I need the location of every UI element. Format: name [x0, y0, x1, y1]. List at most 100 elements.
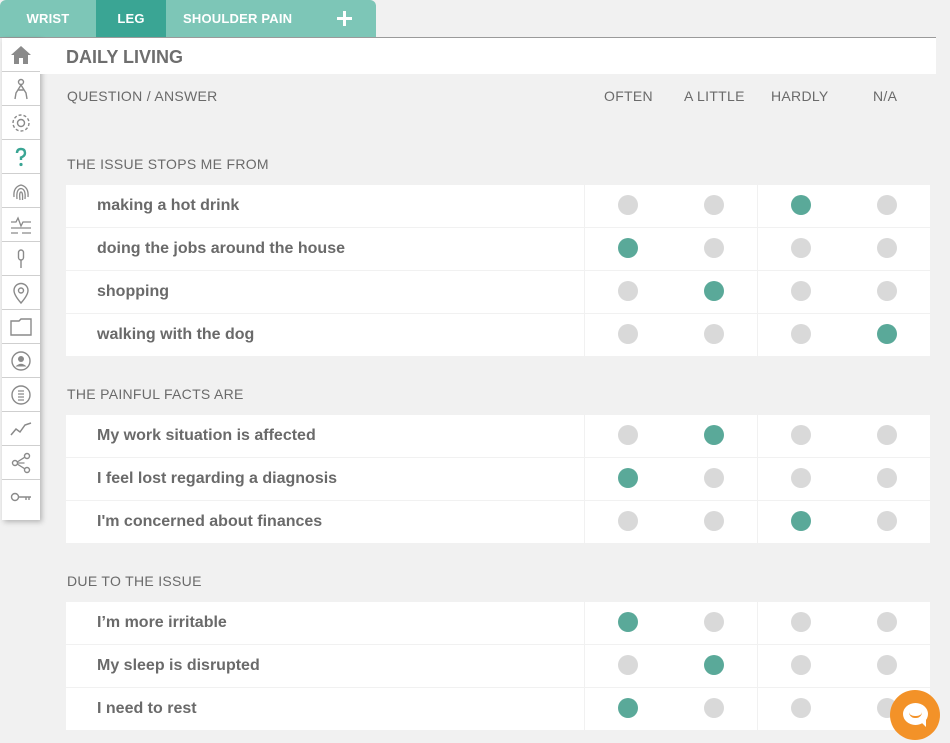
answer-option-na[interactable]	[844, 228, 930, 270]
answer-option-na[interactable]	[844, 415, 930, 457]
home-icon	[11, 45, 31, 64]
answer-option-a-little[interactable]	[671, 271, 757, 313]
sidebar-item-location[interactable]	[2, 276, 40, 310]
profile-icon	[11, 350, 31, 371]
answer-option-a-little[interactable]	[671, 228, 757, 270]
help-icon	[15, 147, 27, 166]
sidebar-item-list[interactable]	[2, 378, 40, 412]
answer-option-often[interactable]	[585, 314, 671, 356]
page-title: DAILY LIVING	[66, 47, 184, 67]
question-label: My work situation is affected	[66, 415, 584, 457]
radio-selected-icon	[618, 612, 638, 632]
answer-option-often[interactable]	[585, 271, 671, 313]
answer-option-a-little[interactable]	[671, 185, 757, 227]
sidebar-item-body[interactable]	[2, 72, 40, 106]
sidebar-item-help[interactable]	[2, 140, 40, 174]
body-icon	[14, 78, 28, 99]
sidebar-item-home[interactable]	[2, 38, 40, 72]
answer-option-a-little[interactable]	[671, 645, 757, 687]
sidebar-item-folder[interactable]	[2, 310, 40, 344]
answer-option-hardly[interactable]	[758, 271, 844, 313]
radio-unselected-icon	[877, 281, 897, 301]
radio-unselected-icon	[704, 468, 724, 488]
answer-option-often[interactable]	[585, 688, 671, 730]
answer-option-na[interactable]	[844, 314, 930, 356]
answer-option-na[interactable]	[844, 185, 930, 227]
sidebar-item-key[interactable]	[2, 480, 40, 514]
add-tab-icon[interactable]	[334, 8, 354, 28]
sidebar-item-profile[interactable]	[2, 344, 40, 378]
section-title: DUE TO THE ISSUE	[67, 573, 202, 589]
sidebar-item-settings[interactable]	[2, 106, 40, 140]
question-label: making a hot drink	[66, 185, 584, 227]
chat-launcher-button[interactable]	[890, 690, 940, 740]
answer-option-often[interactable]	[585, 228, 671, 270]
answer-option-hardly[interactable]	[758, 314, 844, 356]
radio-unselected-icon	[704, 195, 724, 215]
answer-option-often[interactable]	[585, 602, 671, 644]
answer-option-often[interactable]	[585, 458, 671, 500]
answer-option-hardly[interactable]	[758, 458, 844, 500]
answer-option-a-little[interactable]	[671, 314, 757, 356]
radio-unselected-icon	[704, 324, 724, 344]
answer-option-often[interactable]	[585, 501, 671, 543]
radio-unselected-icon	[791, 281, 811, 301]
tab-wrist[interactable]: WRIST	[0, 0, 96, 37]
answer-option-hardly[interactable]	[758, 501, 844, 543]
answer-option-often[interactable]	[585, 185, 671, 227]
question-label: doing the jobs around the house	[66, 228, 584, 270]
radio-selected-icon	[704, 281, 724, 301]
microphone-icon	[17, 248, 25, 268]
folder-icon	[10, 317, 32, 336]
radio-selected-icon	[704, 425, 724, 445]
answer-option-na[interactable]	[844, 271, 930, 313]
sidebar-item-fingerprint[interactable]	[2, 174, 40, 208]
answer-option-hardly[interactable]	[758, 228, 844, 270]
location-pin-icon	[13, 282, 29, 304]
answer-option-a-little[interactable]	[671, 501, 757, 543]
radio-selected-icon	[877, 324, 897, 344]
answer-option-hardly[interactable]	[758, 645, 844, 687]
answer-option-na[interactable]	[844, 602, 930, 644]
answer-option-hardly[interactable]	[758, 602, 844, 644]
answer-option-na[interactable]	[844, 458, 930, 500]
answer-option-hardly[interactable]	[758, 688, 844, 730]
sidebar-item-trend[interactable]	[2, 412, 40, 446]
answer-option-often[interactable]	[585, 415, 671, 457]
answer-option-a-little[interactable]	[671, 415, 757, 457]
radio-unselected-icon	[704, 698, 724, 718]
radio-unselected-icon	[704, 238, 724, 258]
radio-unselected-icon	[618, 195, 638, 215]
radio-unselected-icon	[704, 511, 724, 531]
answer-option-na[interactable]	[844, 501, 930, 543]
answer-option-hardly[interactable]	[758, 415, 844, 457]
question-label: I'm concerned about finances	[66, 501, 584, 543]
radio-unselected-icon	[791, 655, 811, 675]
answer-option-a-little[interactable]	[671, 688, 757, 730]
sidebar	[2, 38, 40, 520]
sidebar-item-microphone[interactable]	[2, 242, 40, 276]
question-label: shopping	[66, 271, 584, 313]
radio-unselected-icon	[791, 238, 811, 258]
sidebar-item-signal[interactable]	[2, 208, 40, 242]
tab-leg[interactable]: LEG	[96, 0, 166, 37]
answer-option-a-little[interactable]	[671, 458, 757, 500]
answer-option-na[interactable]	[844, 645, 930, 687]
key-icon	[10, 492, 31, 502]
sidebar-item-share[interactable]	[2, 446, 40, 480]
answer-option-hardly[interactable]	[758, 185, 844, 227]
radio-unselected-icon	[791, 324, 811, 344]
tab-shoulder-pain[interactable]: SHOULDER PAIN	[166, 0, 376, 37]
radio-unselected-icon	[877, 195, 897, 215]
answer-option-a-little[interactable]	[671, 602, 757, 644]
question-label: I need to rest	[66, 688, 584, 730]
radio-unselected-icon	[618, 655, 638, 675]
radio-unselected-icon	[618, 511, 638, 531]
radio-selected-icon	[791, 511, 811, 531]
question-label: My sleep is disrupted	[66, 645, 584, 687]
gear-icon	[12, 113, 30, 132]
radio-unselected-icon	[791, 612, 811, 632]
radio-unselected-icon	[791, 468, 811, 488]
answer-option-often[interactable]	[585, 645, 671, 687]
column-header-question: QUESTION / ANSWER	[67, 88, 218, 104]
